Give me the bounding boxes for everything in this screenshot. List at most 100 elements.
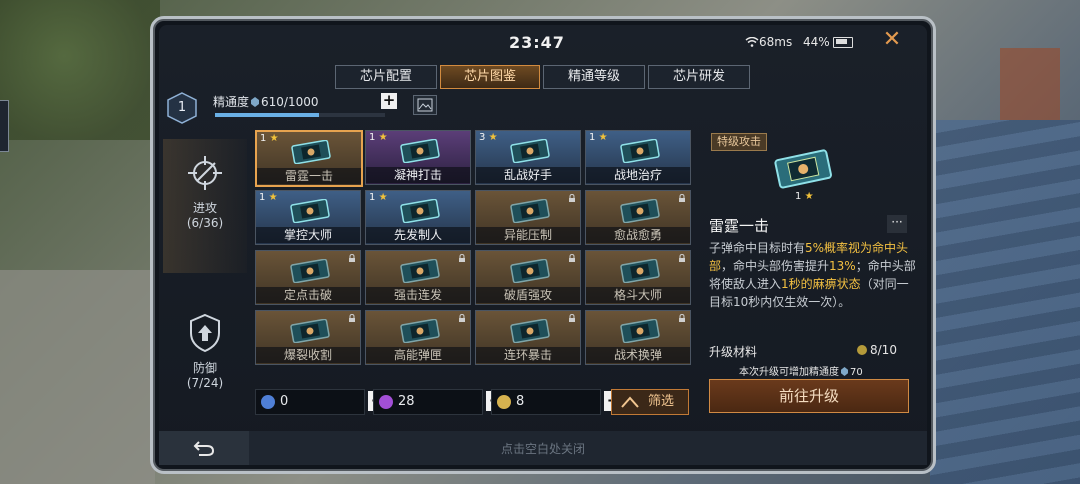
filter-icon	[621, 396, 639, 408]
chip-card[interactable]: 3 ★ 乱战好手	[475, 130, 581, 185]
chip-card[interactable]: 异能压制	[475, 190, 581, 245]
image-icon	[417, 98, 433, 112]
chip-card[interactable]: 1 ★ 掌控大师	[255, 190, 361, 245]
chip-card[interactable]: 1 ★ 凝神打击	[365, 130, 471, 185]
chip-level: 1 ★	[369, 132, 388, 143]
chip-level-value: 1	[369, 132, 376, 143]
wifi-icon	[745, 37, 759, 47]
mastery-text: 精通度 610/1000	[213, 93, 319, 110]
chip-name: 强击连发	[366, 287, 470, 303]
chip-icon	[510, 319, 550, 343]
resource-bar: 0 + 28 + 8 + 筛选	[255, 389, 695, 415]
star-icon: ★	[269, 133, 279, 144]
chip-level: 3 ★	[479, 132, 498, 143]
tab-chip-research[interactable]: 芯片研发	[648, 65, 750, 89]
mastery-progress-fill	[215, 113, 319, 117]
panel-screen: 23:47 68ms 44% ✕ 芯片配置 芯片图鉴 精通等级 芯片研发 1 精…	[159, 25, 927, 465]
lock-icon	[569, 194, 575, 202]
detail-level-value: 1	[795, 191, 802, 202]
resource-gold-value: 8	[516, 394, 525, 409]
chip-level-value: 1	[369, 192, 376, 203]
tab-bar: 芯片配置 芯片图鉴 精通等级 芯片研发	[335, 65, 750, 89]
close-icon[interactable]: ✕	[879, 27, 905, 53]
chip-card[interactable]: 战术换弹	[585, 310, 691, 365]
blue-material-icon	[261, 395, 275, 409]
lock-icon	[679, 254, 685, 262]
resource-purple: 28 +	[373, 389, 506, 415]
chip-icon	[620, 319, 660, 343]
chip-level: 1 ★	[589, 132, 608, 143]
desc-part-2: ，命中头部伤害提升	[721, 259, 830, 273]
chip-icon	[400, 139, 440, 163]
chip-card[interactable]: 高能弹匣	[365, 310, 471, 365]
chip-card[interactable]: 1 ★ 战地治疗	[585, 130, 691, 185]
resource-gold: 8 +	[491, 389, 624, 415]
mastery-add-button[interactable]: +	[381, 93, 397, 109]
chip-card[interactable]: 强击连发	[365, 250, 471, 305]
clock: 23:47	[509, 33, 565, 52]
chip-card[interactable]: 格斗大师	[585, 250, 691, 305]
chip-card[interactable]: 愈战愈勇	[585, 190, 691, 245]
status-bar: 23:47 68ms 44% ✕	[159, 25, 927, 59]
chip-name: 先发制人	[366, 227, 470, 243]
chip-codex-panel: 23:47 68ms 44% ✕ 芯片配置 芯片图鉴 精通等级 芯片研发 1 精…	[150, 16, 936, 474]
background-building	[1000, 48, 1060, 120]
lock-icon	[349, 254, 355, 262]
more-options-button[interactable]: ···	[887, 215, 907, 233]
chip-name: 愈战愈勇	[586, 227, 690, 243]
nav-attack[interactable]: 进攻 (6/36)	[163, 139, 247, 273]
mastery-gem-icon	[841, 367, 848, 376]
mastery-label: 精通度	[213, 95, 250, 109]
chip-name: 爆裂收割	[256, 347, 360, 363]
tab-chip-codex[interactable]: 芯片图鉴	[440, 65, 540, 89]
go-upgrade-button[interactable]: 前往升级	[709, 379, 909, 413]
chip-card[interactable]: 破盾强攻	[475, 250, 581, 305]
chip-card[interactable]: 定点击破	[255, 250, 361, 305]
upgrade-note-value: 70	[850, 367, 863, 378]
mastery-level: 1	[177, 100, 187, 115]
chip-card[interactable]: 1 ★ 雷霆一击	[255, 130, 363, 187]
crosshair-icon	[188, 156, 222, 190]
close-hint[interactable]: 点击空白处关闭	[159, 440, 927, 457]
filter-label: 筛选	[648, 394, 675, 409]
chip-card[interactable]: 1 ★ 先发制人	[365, 190, 471, 245]
star-icon: ★	[378, 132, 388, 143]
chip-level: 1 ★	[260, 133, 279, 144]
desc-highlight-3: 1秒的麻痹状态	[781, 277, 861, 291]
lock-icon	[569, 254, 575, 262]
nav-defense-label: 防御	[192, 361, 217, 375]
lock-icon	[459, 254, 465, 262]
lock-icon	[679, 314, 685, 322]
chip-level-value: 1	[589, 132, 596, 143]
nav-defense[interactable]: 防御 (7/24)	[163, 299, 247, 409]
tab-mastery-level[interactable]: 精通等级	[543, 65, 645, 89]
chip-level: 1 ★	[259, 192, 278, 203]
background-tree	[0, 0, 160, 140]
upgrade-note: 本次升级可增加精通度 70	[739, 363, 863, 378]
filter-button[interactable]: 筛选	[611, 389, 689, 415]
nav-defense-count: (7/24)	[186, 376, 224, 390]
side-handle[interactable]	[0, 100, 9, 152]
desc-part-1: 子弹命中目标时有	[709, 241, 806, 255]
tab-chip-config[interactable]: 芯片配置	[335, 65, 437, 89]
mastery-level-badge: 1	[165, 91, 199, 125]
lock-icon	[349, 314, 355, 322]
chip-icon	[774, 149, 832, 189]
chip-icon	[620, 139, 660, 163]
resource-blue-value: 0	[280, 394, 289, 409]
chip-name: 破盾强攻	[476, 287, 580, 303]
chip-card[interactable]: 爆裂收割	[255, 310, 361, 365]
chip-icon	[400, 319, 440, 343]
chip-icon	[290, 199, 330, 223]
footer-bar: 点击空白处关闭	[159, 431, 927, 465]
material-icon	[857, 345, 867, 355]
chip-card[interactable]: 连环暴击	[475, 310, 581, 365]
mastery-gem-icon	[251, 97, 260, 107]
upgrade-note-text: 本次升级可增加精通度	[739, 367, 839, 378]
mastery-progress-bar	[215, 113, 385, 117]
star-icon: ★	[488, 132, 498, 143]
chip-name: 高能弹匣	[366, 347, 470, 363]
preview-image-button[interactable]	[413, 95, 437, 115]
nav-attack-label: 进攻	[192, 201, 217, 215]
chip-icon	[510, 139, 550, 163]
